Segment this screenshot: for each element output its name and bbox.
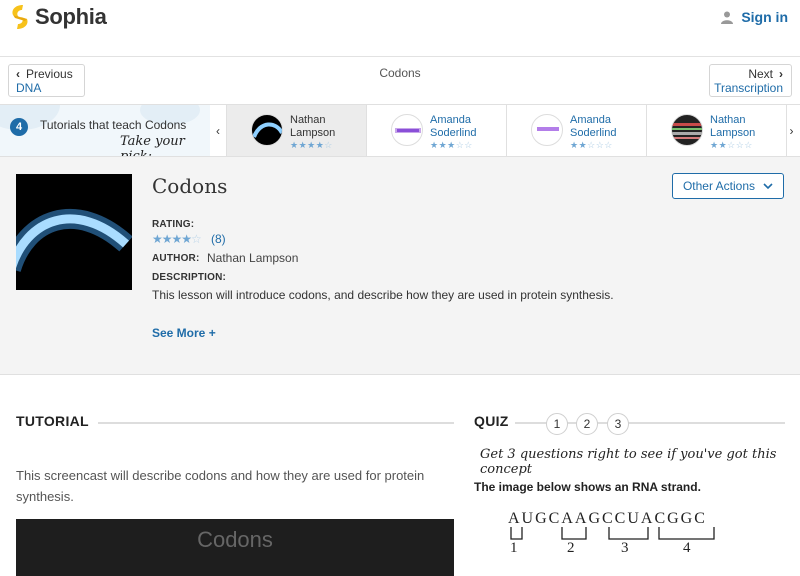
tutorial-stars: ★★★☆☆: [430, 140, 473, 150]
codon-logo-icon: [537, 127, 559, 131]
other-actions-label: Other Actions: [682, 179, 756, 193]
user-icon: [721, 11, 734, 24]
quiz-question-3[interactable]: 3: [607, 413, 629, 435]
sophia-logo[interactable]: Sophia: [9, 4, 107, 30]
sign-in-label: Sign in: [741, 9, 788, 25]
logo-text: Sophia: [35, 4, 107, 29]
rating-count[interactable]: (8): [211, 232, 226, 246]
description-label: DESCRIPTION:: [152, 272, 227, 283]
tutorial-count-badge: 4: [10, 118, 28, 136]
rating-label: RATING:: [152, 219, 195, 230]
next-target: Transcription: [714, 81, 783, 95]
quiz-question-2[interactable]: 2: [576, 413, 598, 435]
tutorial-card[interactable]: Nathan Lampson ★★★★☆: [227, 105, 367, 156]
quiz-heading: QUIZ: [474, 413, 509, 429]
rating-stars: ★★★★☆: [152, 232, 202, 246]
take-your-pick: Take your pick:: [120, 134, 185, 156]
tutorials-label: Tutorials that teach Codons: [40, 118, 187, 132]
next-button[interactable]: Next › Transcription: [709, 64, 792, 97]
arc-image-icon: [16, 209, 132, 273]
lesson-nav: ‹ Previous DNA Codons Next › Transcription: [0, 57, 800, 104]
tutorial-card[interactable]: Amanda Soderlind ★★★☆☆: [367, 105, 507, 156]
carousel-right-arrow-icon[interactable]: ›: [783, 105, 800, 156]
codon-label-4: 4: [683, 540, 691, 556]
codon-label-1: 1: [510, 540, 518, 556]
chevron-right-icon: ›: [779, 67, 783, 81]
see-more-link[interactable]: See More +: [152, 326, 216, 340]
next-label: Next: [748, 67, 773, 81]
quiz-question-1[interactable]: 1: [546, 413, 568, 435]
lesson-image: [16, 174, 132, 290]
video-title: Codons: [197, 527, 273, 552]
tutorial-thumbnail: [671, 114, 703, 146]
previous-target: DNA: [16, 81, 42, 95]
author-name: Nathan Lampson: [207, 251, 299, 265]
tutorial-stars: ★★★★☆: [290, 140, 333, 150]
chevron-down-icon: [763, 182, 773, 189]
tutorial-stars: ★★☆☆☆: [710, 140, 753, 150]
other-actions-button[interactable]: Other Actions: [672, 173, 784, 199]
top-bar: Sophia Sign in: [0, 0, 800, 57]
gel-image-icon: [672, 123, 702, 139]
tutorial-author: Nathan Lampson: [710, 114, 756, 139]
tutorials-intro: 4 Tutorials that teach Codons Take your …: [0, 105, 210, 156]
tutorial-thumbnail: [251, 114, 283, 146]
lesson-title: Codons: [152, 174, 228, 198]
carousel-left-arrow-icon[interactable]: ‹: [210, 105, 227, 156]
tutorial-card[interactable]: Amanda Soderlind ★★☆☆☆: [507, 105, 647, 156]
video-player[interactable]: Codons: [16, 519, 454, 576]
tutorial-description: This screencast will describe codons and…: [16, 468, 425, 504]
sophia-logo-icon: [12, 5, 28, 29]
arc-image-icon: [252, 122, 282, 138]
tutorial-author: Amanda Soderlind: [570, 114, 617, 139]
quiz-prompt: Get 3 questions right to see if you've g…: [480, 447, 777, 477]
codon-logo-icon: [395, 128, 421, 133]
quiz-question-text: The image below shows an RNA strand.: [474, 480, 701, 494]
tutorials-strip: 4 Tutorials that teach Codons Take your …: [0, 104, 800, 157]
next-row: Next ›: [710, 67, 783, 81]
lesson-info: Codons Other Actions RATING: ★★★★☆ (8) A…: [0, 157, 800, 375]
concept-title: Codons: [379, 66, 421, 80]
codon-label-3: 3: [621, 540, 629, 556]
author-label: AUTHOR:: [152, 253, 200, 264]
tutorial-divider: [98, 422, 454, 424]
sign-in-link[interactable]: Sign in: [721, 9, 788, 25]
tutorial-card[interactable]: Nathan Lampson ★★☆☆☆: [647, 105, 787, 156]
tutorial-author: Nathan Lampson: [290, 114, 336, 139]
tutorial-heading: TUTORIAL: [16, 413, 89, 429]
tutorial-author: Amanda Soderlind: [430, 114, 477, 139]
tutorial-thumbnail: [391, 114, 423, 146]
tutorial-thumbnail: [531, 114, 563, 146]
codon-label-2: 2: [567, 540, 575, 556]
tutorial-stars: ★★☆☆☆: [570, 140, 613, 150]
description-text: This lesson will introduce codons, and d…: [152, 288, 614, 302]
